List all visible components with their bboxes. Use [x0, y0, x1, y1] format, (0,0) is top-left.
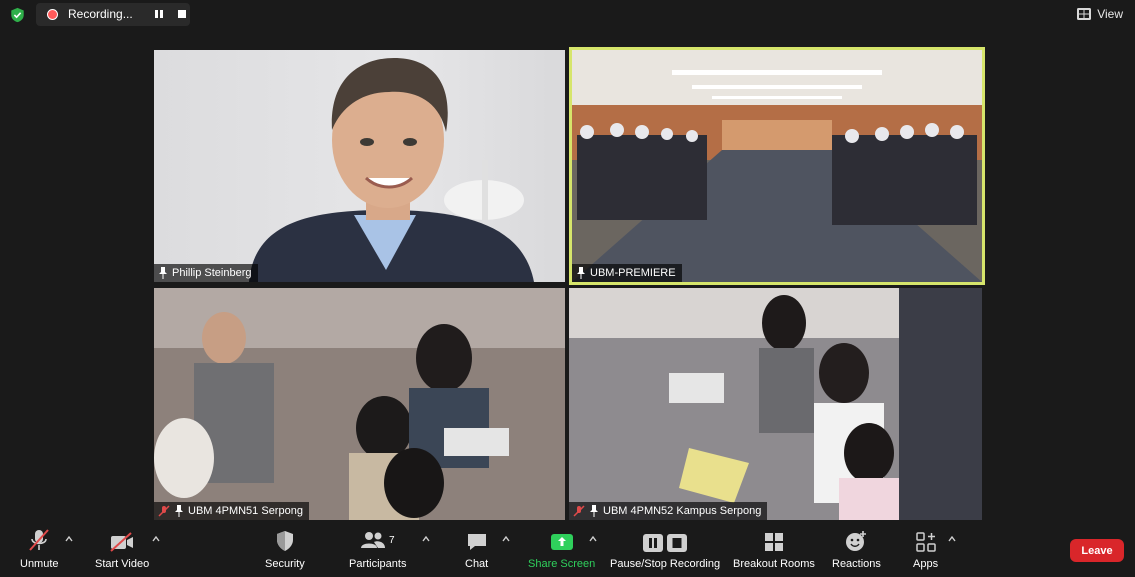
participant-video-image	[572, 50, 982, 282]
participant-name-tag: Phillip Steinberg	[154, 264, 258, 282]
participants-icon	[360, 532, 385, 548]
reactions-button[interactable]: Reactions	[832, 528, 881, 570]
pin-icon	[175, 505, 183, 517]
chevron-up-icon[interactable]	[502, 536, 510, 542]
recording-dot-icon	[47, 9, 58, 20]
pause-recording-icon[interactable]	[151, 7, 167, 21]
grid-view-icon	[1077, 8, 1092, 20]
muted-microphone-icon	[29, 529, 50, 551]
top-bar: Recording... View	[0, 0, 1135, 30]
pin-icon	[577, 267, 585, 279]
participant-name: UBM-PREMIERE	[590, 267, 676, 279]
view-label: View	[1097, 7, 1123, 21]
participants-label: Participants	[349, 558, 407, 570]
chevron-up-icon[interactable]	[589, 536, 597, 542]
reactions-label: Reactions	[832, 558, 881, 570]
apps-icon	[915, 532, 936, 552]
recording-indicator: Recording...	[36, 3, 190, 26]
pause-stop-recording-button[interactable]: Pause/Stop Recording	[610, 528, 720, 570]
chevron-up-icon[interactable]	[422, 536, 430, 542]
participant-name-tag: UBM 4PMN51 Serpong	[154, 502, 309, 520]
participants-button[interactable]: 7 Participants	[349, 528, 406, 570]
share-screen-button[interactable]: Share Screen	[528, 528, 595, 570]
participant-name-tag: UBM 4PMN52 Kampus Serpong	[569, 502, 768, 520]
video-tile-ubm-4pmn51-serpong[interactable]: UBM 4PMN51 Serpong	[154, 288, 565, 520]
pause-stop-recording-label: Pause/Stop Recording	[610, 558, 721, 570]
security-label: Security	[265, 558, 305, 570]
video-off-icon	[110, 532, 134, 552]
recording-label: Recording...	[68, 7, 133, 21]
breakout-rooms-button[interactable]: Breakout Rooms	[733, 528, 815, 570]
pin-icon	[590, 505, 598, 517]
share-screen-label: Share Screen	[528, 558, 596, 570]
stop-icon	[667, 534, 688, 552]
chevron-up-icon[interactable]	[152, 536, 160, 542]
pause-icon	[643, 534, 664, 552]
breakout-rooms-label: Breakout Rooms	[733, 558, 815, 570]
start-video-button[interactable]: Start Video	[95, 528, 149, 570]
participant-video-image	[569, 288, 982, 520]
start-video-label: Start Video	[95, 558, 150, 570]
stop-recording-icon[interactable]	[174, 7, 190, 21]
participant-name: UBM 4PMN51 Serpong	[188, 505, 303, 517]
shield-icon	[276, 531, 293, 551]
breakout-rooms-icon	[764, 533, 783, 551]
chevron-up-icon[interactable]	[65, 536, 73, 542]
participants-count: 7	[388, 534, 395, 546]
apps-button[interactable]: Apps	[913, 528, 938, 570]
participant-video-image	[249, 58, 534, 282]
meeting-toolbar: Unmute Start Video Security 7 Participan…	[0, 524, 1135, 577]
participant-name: UBM 4PMN52 Kampus Serpong	[603, 505, 762, 517]
video-tile-phillip-steinberg[interactable]: Phillip Steinberg	[154, 50, 565, 282]
muted-mic-icon	[573, 505, 585, 517]
participant-name: Phillip Steinberg	[172, 267, 252, 279]
chat-bubble-icon	[467, 534, 486, 550]
video-tile-ubm-premiere[interactable]: UBM-PREMIERE	[569, 47, 985, 285]
participant-video-image	[154, 288, 565, 520]
security-button[interactable]: Security	[265, 528, 305, 570]
chevron-up-icon[interactable]	[948, 536, 956, 542]
smiley-reaction-icon	[846, 531, 867, 551]
apps-label: Apps	[913, 558, 939, 570]
view-button[interactable]: View	[1077, 4, 1123, 24]
chat-label: Chat	[465, 558, 489, 570]
share-screen-icon	[550, 534, 573, 550]
security-shield-icon[interactable]	[10, 7, 25, 23]
video-tile-ubm-4pmn52-kampus-serpong[interactable]: UBM 4PMN52 Kampus Serpong	[569, 288, 982, 520]
chat-button[interactable]: Chat	[465, 528, 488, 570]
leave-button[interactable]: Leave	[1070, 539, 1124, 562]
pin-icon	[159, 267, 167, 279]
unmute-button[interactable]: Unmute	[20, 528, 59, 570]
muted-mic-icon	[158, 505, 170, 517]
unmute-label: Unmute	[20, 558, 59, 570]
participant-name-tag: UBM-PREMIERE	[572, 264, 682, 282]
